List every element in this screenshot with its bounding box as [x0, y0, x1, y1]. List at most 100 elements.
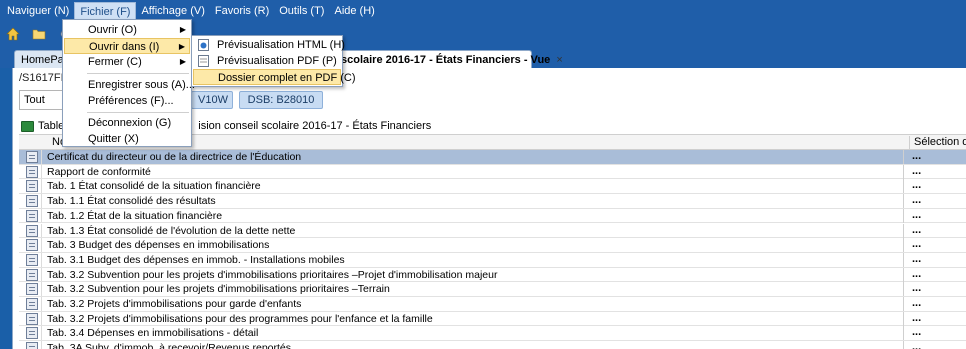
form-icon [26, 283, 38, 296]
row-label: Tab. 3.2 Projets d'immobilisations pour … [47, 312, 433, 325]
table-row[interactable]: Tab. 1.3 État consolidé de l'évolution d… [19, 223, 966, 239]
column-divider [41, 208, 42, 223]
submenu-item-html-preview[interactable]: Prévisualisation HTML (H) [193, 37, 345, 53]
table-row[interactable]: Tab. 3.4 Dépenses en immobilisations - d… [19, 326, 966, 342]
ouvrir-dans-submenu: Prévisualisation HTML (H) Prévisualisati… [191, 35, 356, 87]
menu-item-deconnexion[interactable]: Déconnexion (G) [64, 115, 190, 131]
form-icon [26, 268, 38, 281]
menu-fichier[interactable]: Fichier (F) [74, 2, 137, 20]
row-label: Tab. 3.2 Subvention pour les projets d'i… [47, 268, 498, 281]
row-label: Tab. 3A Subv. d'immob. à recevoir/Revenu… [47, 342, 292, 349]
row-selection-button[interactable]: ... [903, 341, 966, 349]
forms-grid: No Sélection de m Certificat du directeu… [19, 134, 966, 349]
folder-icon[interactable] [30, 25, 48, 43]
form-icon [26, 327, 38, 340]
menu-item-quitter[interactable]: Quitter (X) [64, 131, 190, 147]
form-icon [26, 209, 38, 222]
submenu-item-dossier-complet-pdf[interactable]: Dossier complet en PDF (C) [193, 69, 356, 85]
table-row[interactable]: Tab. 1.1 État consolidé des résultats... [19, 194, 966, 209]
form-icon [26, 312, 38, 325]
row-selection-button[interactable]: ... [903, 194, 966, 209]
table-title-prefix: Table [38, 120, 65, 132]
form-icon [26, 224, 38, 237]
menu-item-fermer[interactable]: Fermer (C) ▶ [64, 54, 190, 70]
column-divider [41, 341, 42, 349]
header-selection[interactable]: Sélection de m [909, 136, 966, 150]
row-selection-button[interactable]: ... [903, 282, 966, 297]
table-row[interactable]: Tab. 1 État consolidé de la situation fi… [19, 179, 966, 195]
row-label: Rapport de conformité [47, 165, 151, 178]
row-selection-button[interactable]: ... [903, 311, 966, 326]
table-row[interactable]: Tab. 3.2 Subvention pour les projets d'i… [19, 282, 966, 297]
row-selection-button[interactable]: ... [903, 179, 966, 194]
row-selection-button[interactable]: ... [903, 326, 966, 341]
menu-separator [87, 112, 189, 113]
row-label: Tab. 3 Budget des dépenses en immobilisa… [47, 239, 270, 252]
submenu-item-label: Prévisualisation HTML (H) [217, 39, 345, 51]
menu-favoris[interactable]: Favoris (R) [210, 2, 274, 20]
form-icon [26, 195, 38, 208]
column-divider [41, 223, 42, 238]
menu-item-enregistrer-sous[interactable]: Enregistrer sous (A)... [64, 77, 195, 93]
row-selection-button[interactable]: ... [903, 297, 966, 311]
fichier-menu: Ouvrir (O) ▶ Ouvrir dans (I) ▶ Fermer (C) ▶… [62, 19, 195, 147]
row-selection-button[interactable]: ... [903, 223, 966, 238]
menu-item-preferences[interactable]: Préférences (F)... [64, 93, 190, 109]
table-row[interactable]: Certificat du directeur ou de la directr… [19, 150, 966, 165]
row-selection-button[interactable]: ... [903, 164, 966, 179]
menu-separator [87, 73, 189, 74]
row-label: Tab. 3.1 Budget des dépenses en immob. -… [47, 253, 345, 266]
menu-item-ouvrir[interactable]: Ouvrir (O) ▶ [64, 22, 190, 38]
row-label: Tab. 1.2 État de la situation financière [47, 209, 223, 222]
menu-item-label: Fermer (C) [88, 56, 142, 68]
row-label: Tab. 3.2 Subvention pour les projets d'i… [47, 283, 390, 296]
table-row[interactable]: Tab. 3.2 Subvention pour les projets d'i… [19, 267, 966, 283]
submenu-item-pdf-preview[interactable]: Prévisualisation PDF (P) [193, 53, 341, 69]
pdf-preview-icon [198, 55, 209, 67]
table-row[interactable]: Tab. 3 Budget des dépenses en immobilisa… [19, 238, 966, 253]
form-icon [26, 151, 38, 163]
column-divider [41, 164, 42, 179]
row-selection-button[interactable]: ... [903, 252, 966, 267]
menu-affichage[interactable]: Affichage (V) [136, 2, 209, 20]
chevron-right-icon: ▶ [179, 25, 186, 34]
row-selection-button[interactable]: ... [903, 267, 966, 282]
table-row[interactable]: Tab. 3.1 Budget des dépenses en immob. -… [19, 252, 966, 268]
row-label: Certificat du directeur ou de la directr… [47, 151, 302, 163]
filter-select[interactable]: Tout [19, 90, 65, 110]
form-icon [26, 253, 38, 266]
column-divider [41, 194, 42, 208]
column-divider [41, 311, 42, 326]
row-label: Tab. 3.2 Projets d'immobilisations pour … [47, 298, 302, 310]
dsb-pill[interactable]: DSB: B28010 [239, 91, 323, 109]
menu-outils[interactable]: Outils (T) [274, 2, 329, 20]
form-icon [26, 239, 38, 252]
menu-item-label: Ouvrir (O) [88, 24, 137, 36]
column-divider [41, 326, 42, 341]
column-divider [41, 267, 42, 282]
table-row[interactable]: Rapport de conformité... [19, 164, 966, 180]
row-selection-button[interactable]: ... [903, 150, 966, 164]
row-label: Tab. 1.3 État consolidé de l'évolution d… [47, 224, 296, 237]
table-row[interactable]: Tab. 3.2 Projets d'immobilisations pour … [19, 297, 966, 312]
table-row[interactable]: Tab. 1.2 État de la situation financière… [19, 208, 966, 224]
row-label: Tab. 1 État consolidé de la situation fi… [47, 180, 261, 193]
row-selection-button[interactable]: ... [903, 208, 966, 223]
menu-item-label: Déconnexion (G) [88, 117, 172, 129]
form-icon [26, 342, 38, 349]
menu-item-label: Quitter (X) [88, 133, 139, 145]
table-row[interactable]: Tab. 3A Subv. d'immob. à recevoir/Revenu… [19, 341, 966, 349]
table-row[interactable]: Tab. 3.2 Projets d'immobilisations pour … [19, 311, 966, 327]
row-selection-button[interactable]: ... [903, 238, 966, 253]
menu-aide[interactable]: Aide (H) [329, 2, 379, 20]
version-pill[interactable]: V10W [191, 91, 233, 109]
row-label: Tab. 1.1 État consolidé des résultats [47, 195, 216, 208]
home-icon[interactable] [4, 25, 22, 43]
close-tab-icon[interactable]: × [556, 51, 562, 69]
menu-item-label: Enregistrer sous (A)... [88, 79, 195, 91]
menu-naviguer[interactable]: Naviguer (N) [2, 2, 74, 20]
menu-item-ouvrir-dans[interactable]: Ouvrir dans (I) ▶ [64, 38, 190, 54]
form-icon [26, 165, 38, 178]
form-icon [26, 298, 38, 310]
menu-item-label: Ouvrir dans (I) [89, 41, 160, 53]
